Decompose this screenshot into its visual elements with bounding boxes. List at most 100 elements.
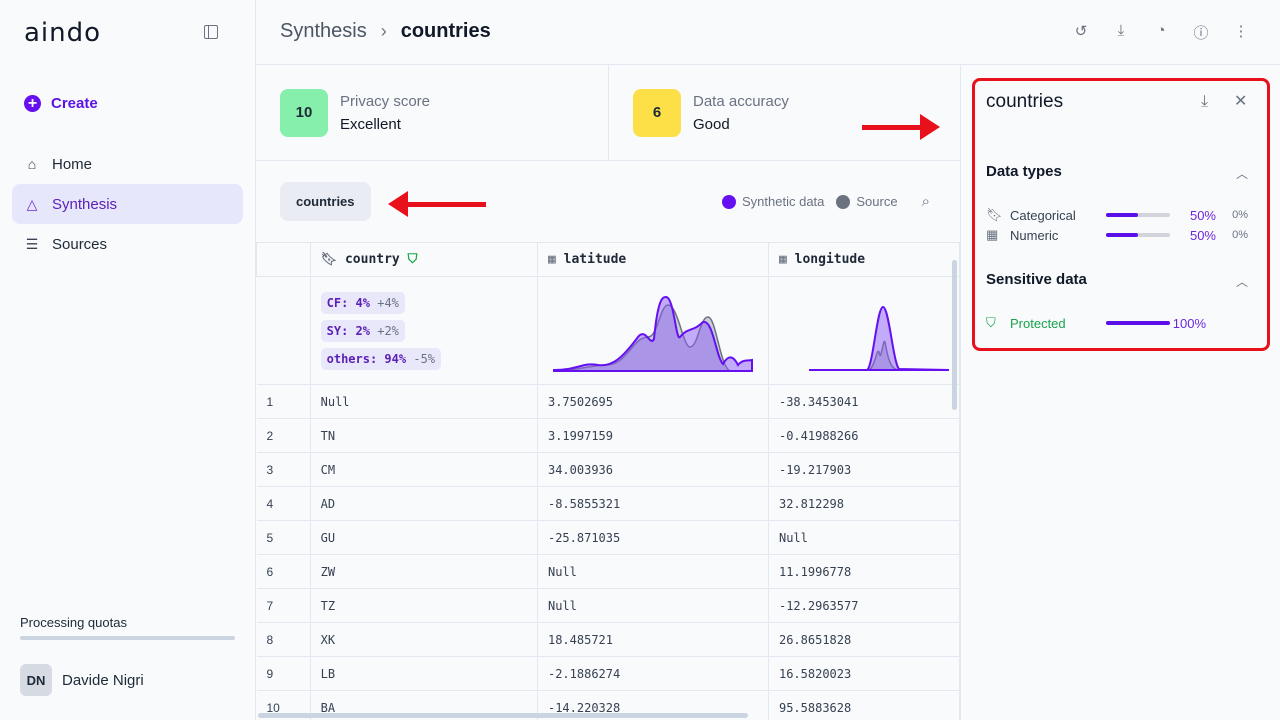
stat-pill: others: 94% -5% [320,347,442,370]
create-button[interactable]: + Create [24,95,98,112]
horizontal-scrollbar[interactable] [258,713,748,718]
sensitive-protected: ⛉ Protected 100% [986,315,1206,331]
details-panel: countries ⤓ ✕ Data types ︿ 🔖︎ Categorical… [960,65,1280,720]
calculator-icon: ▦ [986,227,999,242]
vertical-scrollbar[interactable] [952,260,957,410]
table-cell: -12.2963577 [767,588,960,623]
privacy-score-label: Privacy score [340,92,431,110]
sidebar: aindo + Create ⌂ Home △ Synthesis ☰ Sources … [0,0,256,720]
plus-icon: + [24,95,41,112]
row-index: 8 [256,622,311,657]
table-cell: -19.217903 [767,452,960,487]
accuracy-score-badge: 6 [633,88,681,137]
index-cell [256,276,311,385]
sidebar-item-synthesis[interactable]: △ Synthesis [12,184,243,224]
table-row: 3 CM 34.003936 -19.217903 [256,452,960,487]
close-icon[interactable]: ✕ [1234,91,1247,111]
progress-bar [1106,233,1170,237]
progress-bar [1106,321,1170,325]
sidebar-toggle-icon[interactable] [204,25,218,39]
synthetic-density [808,305,950,371]
calculator-icon: ▦ [778,252,787,267]
info-icon[interactable]: ⓘ [1192,22,1210,43]
breadcrumb-current: countries [400,20,491,42]
table-row: 2 TN 3.1997159 -0.41988266 [256,418,960,453]
search-icon[interactable]: ⌕ [922,193,930,210]
data-accuracy-card: 6 Data accuracy Good [608,65,960,160]
panel-title: countries [986,91,1064,112]
annotation-arrow-right [862,114,940,140]
data-types-title: Data types [986,163,1062,180]
country-stats: CF: 4% +4% SY: 2% +2% others: 94% -5% [309,276,538,385]
table-row: 5 GU -25.871035 Null [256,520,960,555]
shield-check-icon: ⛉ [986,315,996,330]
home-icon: ⌂ [27,156,37,172]
table-cell: -8.5855321 [536,486,769,521]
table-cell: 95.5883628 [767,690,960,720]
pie-chart-icon[interactable]: ◔ [1152,22,1170,43]
sidebar-item-home[interactable]: ⌂ Home [12,144,243,184]
progress-bar [1106,213,1170,217]
shield-check-icon: ⛉ [407,252,418,267]
stat-pill: CF: 4% +4% [320,291,405,314]
download-icon[interactable]: ⤓ [1112,22,1130,43]
table-cell: CM [309,452,538,487]
more-vertical-icon[interactable]: ⋮ [1232,22,1250,43]
table-row: 1 Null 3.7502695 -38.3453041 [256,384,960,419]
column-name: latitude [563,252,627,267]
table-row: 4 AD -8.5855321 32.812298 [256,486,960,521]
table-cell: Null [309,384,538,419]
table-cell: 26.8651828 [767,622,960,657]
column-name: country [344,252,400,267]
privacy-score-badge: 10 [280,88,328,137]
row-index: 6 [256,554,311,589]
table-cell: 18.485721 [536,622,769,657]
header: Synthesis › countries ↺ ⤓ ◔ ⓘ ⋮ [256,0,1280,65]
annotation-arrow-left [388,191,486,217]
table-cell: LB [309,656,538,691]
avatar: DN [20,664,52,696]
row-index: 7 [256,588,311,623]
create-label: Create [51,95,98,112]
table-cell: 16.5820023 [767,656,960,691]
row-index: 2 [256,418,311,453]
legend-source[interactable]: Source [856,194,897,209]
chevron-right-icon: › [380,21,387,41]
chevron-up-icon[interactable]: ︿ [1236,165,1248,182]
table-tab-countries[interactable]: countries [280,182,371,221]
legend: Synthetic data Source ⌕ [722,193,930,210]
nav-label: Sources [52,235,108,253]
column-header-longitude[interactable]: ▦ longitude [767,242,960,277]
table-row: 8 XK 18.485721 26.8651828 [256,622,960,657]
stat-pill: SY: 2% +2% [320,319,405,342]
logo: aindo [24,18,102,48]
privacy-score-card: 10 Privacy score Excellent [256,65,608,160]
table-cell: -38.3453041 [767,384,960,419]
chevron-up-icon[interactable]: ︿ [1236,273,1248,290]
table-cell: TN [309,418,538,453]
table-cell: Null [767,520,960,555]
main: 10 Privacy score Excellent 6 Data accurac… [256,65,960,720]
table-cell: Null [536,554,769,589]
column-header-latitude[interactable]: ▦ latitude [536,242,769,277]
table-cell: 32.812298 [767,486,960,521]
data-type-numeric: ▦ Numeric 50% 0% [986,227,1248,243]
index-header [256,242,311,277]
quota-label: Processing quotas [20,615,127,630]
accuracy-value: Good [693,115,730,133]
download-icon[interactable]: ⤓ [1201,93,1208,111]
user-menu[interactable]: DN Davide Nigri [20,664,144,696]
table-cell: 34.003936 [536,452,769,487]
bookmark-icon: 🔖︎ [986,207,1003,222]
history-icon[interactable]: ↺ [1072,22,1090,43]
breadcrumb-synthesis[interactable]: Synthesis [280,20,367,43]
shapes-icon: △ [26,195,38,212]
column-header-country[interactable]: 🔖︎ country ⛉ [309,242,538,277]
sensitive-data-title: Sensitive data [986,271,1087,288]
table-cell: XK [309,622,538,657]
legend-synthetic[interactable]: Synthetic data [742,194,824,209]
table-cell: GU [309,520,538,555]
table-cell: Null [536,588,769,623]
table-row: 9 LB -2.1886274 16.5820023 [256,656,960,691]
sidebar-item-sources[interactable]: ☰ Sources [12,224,243,264]
